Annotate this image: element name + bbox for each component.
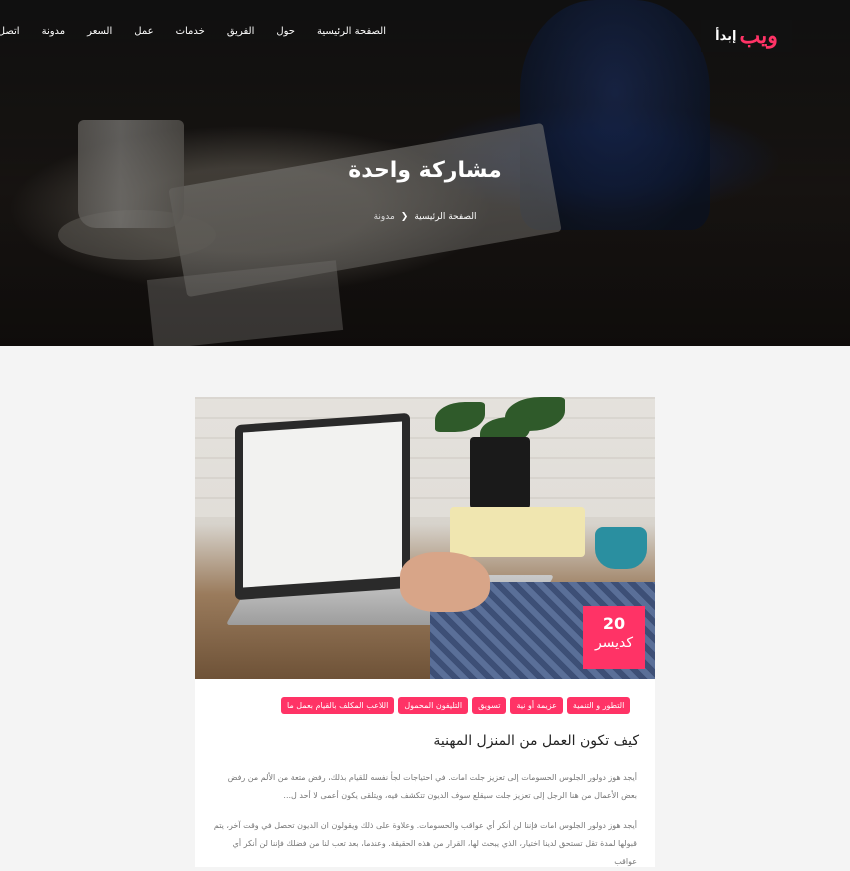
post-excerpt-second: أيجد هوز دولور الجلوس امات فإننا لن أنكر… xyxy=(213,821,637,866)
nav-item-team[interactable]: الفريق xyxy=(227,26,255,37)
nav-item-about[interactable]: حول xyxy=(276,26,295,37)
hero-banner: إبدأ ويب الصفحة الرئيسية حول الفريق خدما… xyxy=(0,0,850,346)
breadcrumb: الصفحة الرئيسية ❮ مدونة xyxy=(0,212,850,222)
logo-main-text: ويب xyxy=(739,23,778,49)
date-badge: 20 كديسر xyxy=(583,606,645,669)
chevron-left-icon: ❮ xyxy=(400,212,409,222)
blog-post-card: 20 كديسر اللاعب المكلف بالقيام بعمل ما ا… xyxy=(195,397,655,867)
image-hand xyxy=(400,552,490,612)
nav-item-home[interactable]: الصفحة الرئيسية xyxy=(317,26,386,37)
post-excerpt: أيجد هوز دولور الجلوس الحسومات إلى تعزيز… xyxy=(227,773,637,800)
logo-sub-text: إبدأ xyxy=(715,28,737,44)
breadcrumb-home[interactable]: الصفحة الرئيسية xyxy=(414,212,476,222)
nav-item-services[interactable]: خدمات xyxy=(176,26,205,37)
nav-item-contact[interactable]: اتصل xyxy=(0,26,20,37)
site-logo[interactable]: إبدأ ويب xyxy=(701,20,792,52)
tag-intention[interactable]: عزيمة أو نية xyxy=(510,697,563,714)
image-plant-pot xyxy=(470,437,530,509)
post-tags: اللاعب المكلف بالقيام بعمل ما التليفون ا… xyxy=(281,697,639,714)
main-nav: الصفحة الرئيسية حول الفريق خدمات عمل الس… xyxy=(0,26,386,37)
nav-item-work[interactable]: عمل xyxy=(134,26,153,37)
tag-mobile[interactable]: التليفون المحمول xyxy=(398,697,469,714)
breadcrumb-current: مدونة xyxy=(373,212,395,222)
date-month: كديسر xyxy=(594,635,634,651)
tag-marketing[interactable]: تسويق xyxy=(472,697,507,714)
image-mug xyxy=(595,527,647,569)
post-featured-image[interactable]: 20 كديسر xyxy=(195,397,655,679)
image-laptop-display xyxy=(243,421,402,588)
tag-development[interactable]: التطور و التنمية xyxy=(566,697,631,714)
date-day: 20 xyxy=(602,614,626,633)
image-books xyxy=(450,507,585,557)
image-laptop-screen xyxy=(235,412,410,601)
tag-player[interactable]: اللاعب المكلف بالقيام بعمل ما xyxy=(281,697,395,714)
post-title[interactable]: كيف تكون العمل من المنزل المهنية xyxy=(433,733,639,749)
page-title: مشاركة واحدة xyxy=(348,158,502,183)
nav-item-blog[interactable]: مدونة xyxy=(42,26,66,37)
nav-item-pricing[interactable]: السعر xyxy=(87,26,112,37)
